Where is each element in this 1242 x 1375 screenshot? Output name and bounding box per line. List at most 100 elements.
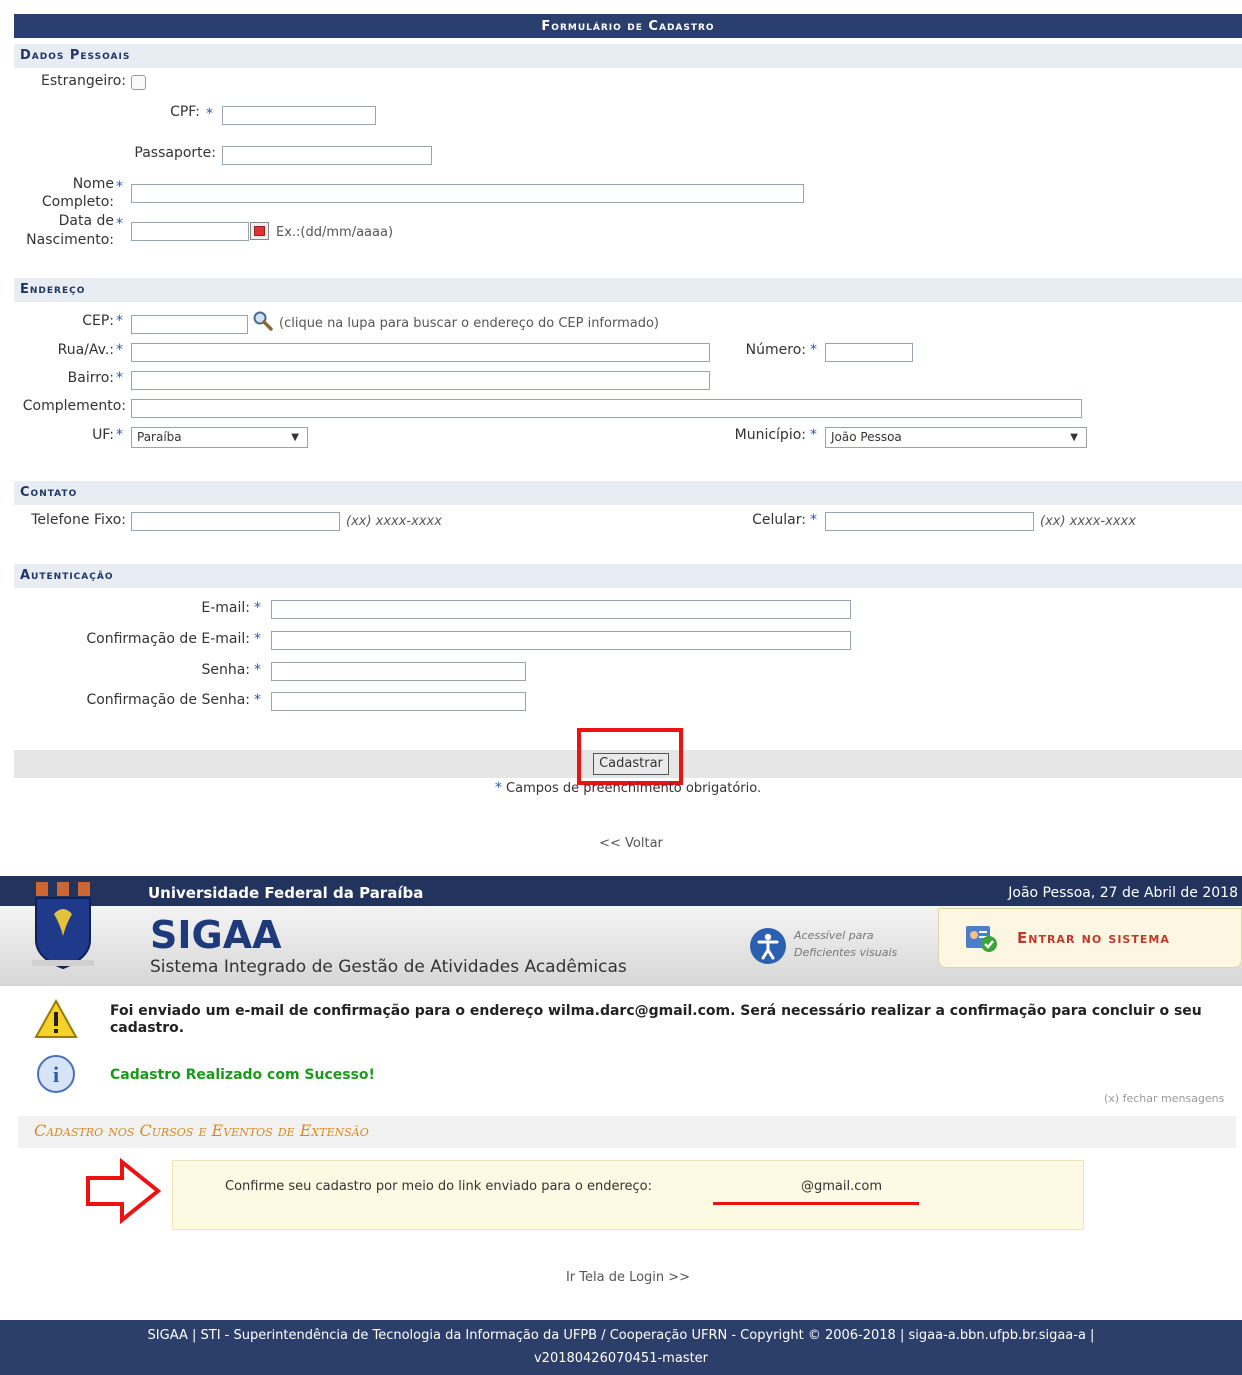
numero-input[interactable] (825, 343, 913, 362)
uf-label: UF: (92, 427, 114, 443)
nome-required-star: * (116, 179, 123, 195)
nome-label-line2: Completo: (41, 194, 114, 210)
form-title: Formulário de Cadastro (14, 14, 1242, 38)
email-input[interactable] (271, 600, 851, 619)
section-endereco: Endereço (14, 278, 1242, 302)
bairro-required-star: * (116, 370, 123, 386)
footer-line-2: v20180426070451-master (533, 1351, 709, 1366)
senha-confirm-label: Confirmação de Senha: (86, 692, 250, 708)
search-icon[interactable] (252, 310, 274, 332)
success-message: Cadastro Realizado com Sucesso! (110, 1067, 375, 1083)
numero-label: Número: (745, 342, 806, 358)
cpf-input[interactable] (222, 106, 376, 125)
voltar-link[interactable]: << Voltar (0, 836, 1242, 851)
rua-required-star: * (116, 342, 123, 358)
login-screen-link[interactable]: Ir Tela de Login >> (0, 1270, 1242, 1285)
municipio-selected-value: João Pessoa (831, 430, 902, 444)
extension-section-title: Cadastro nos Cursos e Eventos de Extensã… (34, 1121, 369, 1140)
section-autenticacao: Autenticação (14, 564, 1242, 588)
section-contato: Contato (14, 481, 1242, 505)
footer: SIGAA | STI - Superintendência de Tecnol… (0, 1320, 1242, 1375)
required-note-text: Campos de preenchimento obrigatório. (506, 781, 762, 796)
calendar-icon[interactable] (250, 222, 269, 240)
confirmation-text: Confirme seu cadastro por meio do link e… (225, 1179, 652, 1194)
telefone-label: Telefone Fixo: (31, 512, 126, 528)
cep-required-star: * (116, 313, 123, 329)
data-label-line2: Nascimento: (26, 232, 114, 248)
senha-confirm-input[interactable] (271, 692, 526, 711)
uf-required-star: * (116, 427, 123, 443)
data-format-hint: Ex.:(dd/mm/aaaa) (276, 225, 394, 240)
cpf-label: CPF: (170, 104, 200, 120)
uf-select[interactable]: Paraíba ▼ (131, 427, 308, 448)
estrangeiro-checkbox[interactable] (131, 75, 146, 90)
complemento-input[interactable] (131, 399, 1082, 418)
celular-label: Celular: (752, 512, 806, 528)
required-note: * Campos de preenchimento obrigatório. (0, 780, 1242, 796)
university-name: Universidade Federal da Paraíba (148, 884, 424, 902)
municipio-label: Município: (734, 427, 806, 443)
sigaa-subtitle: Sistema Integrado de Gestão de Atividade… (150, 957, 627, 977)
cep-hint: (clique na lupa para buscar o endereço d… (279, 316, 659, 331)
celular-format-hint: (xx) xxxx-xxxx (1040, 514, 1136, 529)
sigaa-brand: SIGAA (150, 913, 282, 957)
email-label: E-mail: (201, 600, 250, 616)
accessibility-text-1: Acessível para (794, 929, 874, 942)
municipio-required-star: * (810, 427, 817, 443)
footer-line-1: SIGAA | STI - Superintendência de Tecnol… (147, 1328, 1095, 1343)
highlight-box (577, 728, 683, 785)
confirmation-box: Confirme seu cadastro por meio do link e… (172, 1160, 1084, 1230)
telefone-format-hint: (xx) xxxx-xxxx (346, 514, 442, 529)
chevron-down-icon: ▼ (1070, 432, 1078, 443)
data-required-star: * (116, 216, 123, 232)
estrangeiro-label: Estrangeiro: (41, 73, 126, 89)
info-icon: i (36, 1054, 76, 1094)
warning-message: Foi enviado um e-mail de confirmação par… (110, 1003, 1202, 1036)
login-icon (965, 922, 999, 954)
cpf-required-star: * (206, 106, 213, 122)
celular-required-star: * (810, 512, 817, 528)
data-label-line1: Data de (58, 213, 114, 229)
nome-label-line1: Nome (72, 176, 114, 192)
email-confirm-input[interactable] (271, 631, 851, 650)
telefone-input[interactable] (131, 512, 340, 531)
uf-selected-value: Paraíba (137, 430, 182, 444)
enter-system-button[interactable]: Entrar no sistema (938, 908, 1242, 968)
numero-required-star: * (810, 342, 817, 358)
required-note-star: * (494, 780, 502, 796)
senha-label: Senha: (201, 662, 250, 678)
passaporte-label: Passaporte: (134, 145, 216, 161)
municipio-select[interactable]: João Pessoa ▼ (825, 427, 1087, 448)
passaporte-input[interactable] (222, 146, 432, 165)
email-confirm-label: Confirmação de E-mail: (86, 631, 250, 647)
accessibility-text-2: Deficientes visuais (794, 946, 898, 959)
celular-input[interactable] (825, 512, 1034, 531)
enter-system-label: Entrar no sistema (1017, 929, 1170, 947)
complemento-label: Complemento: (22, 398, 126, 414)
header-date: João Pessoa, 27 de Abril de 2018 (1008, 885, 1238, 901)
senha-input[interactable] (271, 662, 526, 681)
close-messages-link[interactable]: (x) fechar mensagens (1104, 1092, 1224, 1105)
bairro-label: Bairro: (67, 370, 114, 386)
rua-label: Rua/Av.: (57, 342, 114, 358)
email-required-star: * (254, 600, 261, 616)
warning-icon (34, 998, 78, 1040)
cep-input[interactable] (131, 315, 248, 334)
svg-text:i: i (53, 1062, 59, 1087)
ufpb-logo-icon (28, 880, 98, 975)
email-confirm-required-star: * (254, 631, 261, 647)
nome-completo-input[interactable] (131, 184, 804, 203)
bairro-input[interactable] (131, 371, 710, 390)
section-dados-pessoais: Dados Pessoais (14, 44, 1242, 68)
confirmation-email: @gmail.com (801, 1179, 883, 1194)
extension-section-bar: Cadastro nos Cursos e Eventos de Extensã… (18, 1116, 1236, 1148)
arrow-right-icon (84, 1157, 162, 1225)
accessibility-icon[interactable] (750, 928, 786, 964)
rua-input[interactable] (131, 343, 710, 362)
data-nascimento-input[interactable] (131, 222, 249, 241)
chevron-down-icon: ▼ (291, 432, 299, 443)
senha-confirm-required-star: * (254, 692, 261, 708)
senha-required-star: * (254, 662, 261, 678)
cep-label: CEP: (82, 313, 114, 329)
email-underline (713, 1202, 919, 1205)
